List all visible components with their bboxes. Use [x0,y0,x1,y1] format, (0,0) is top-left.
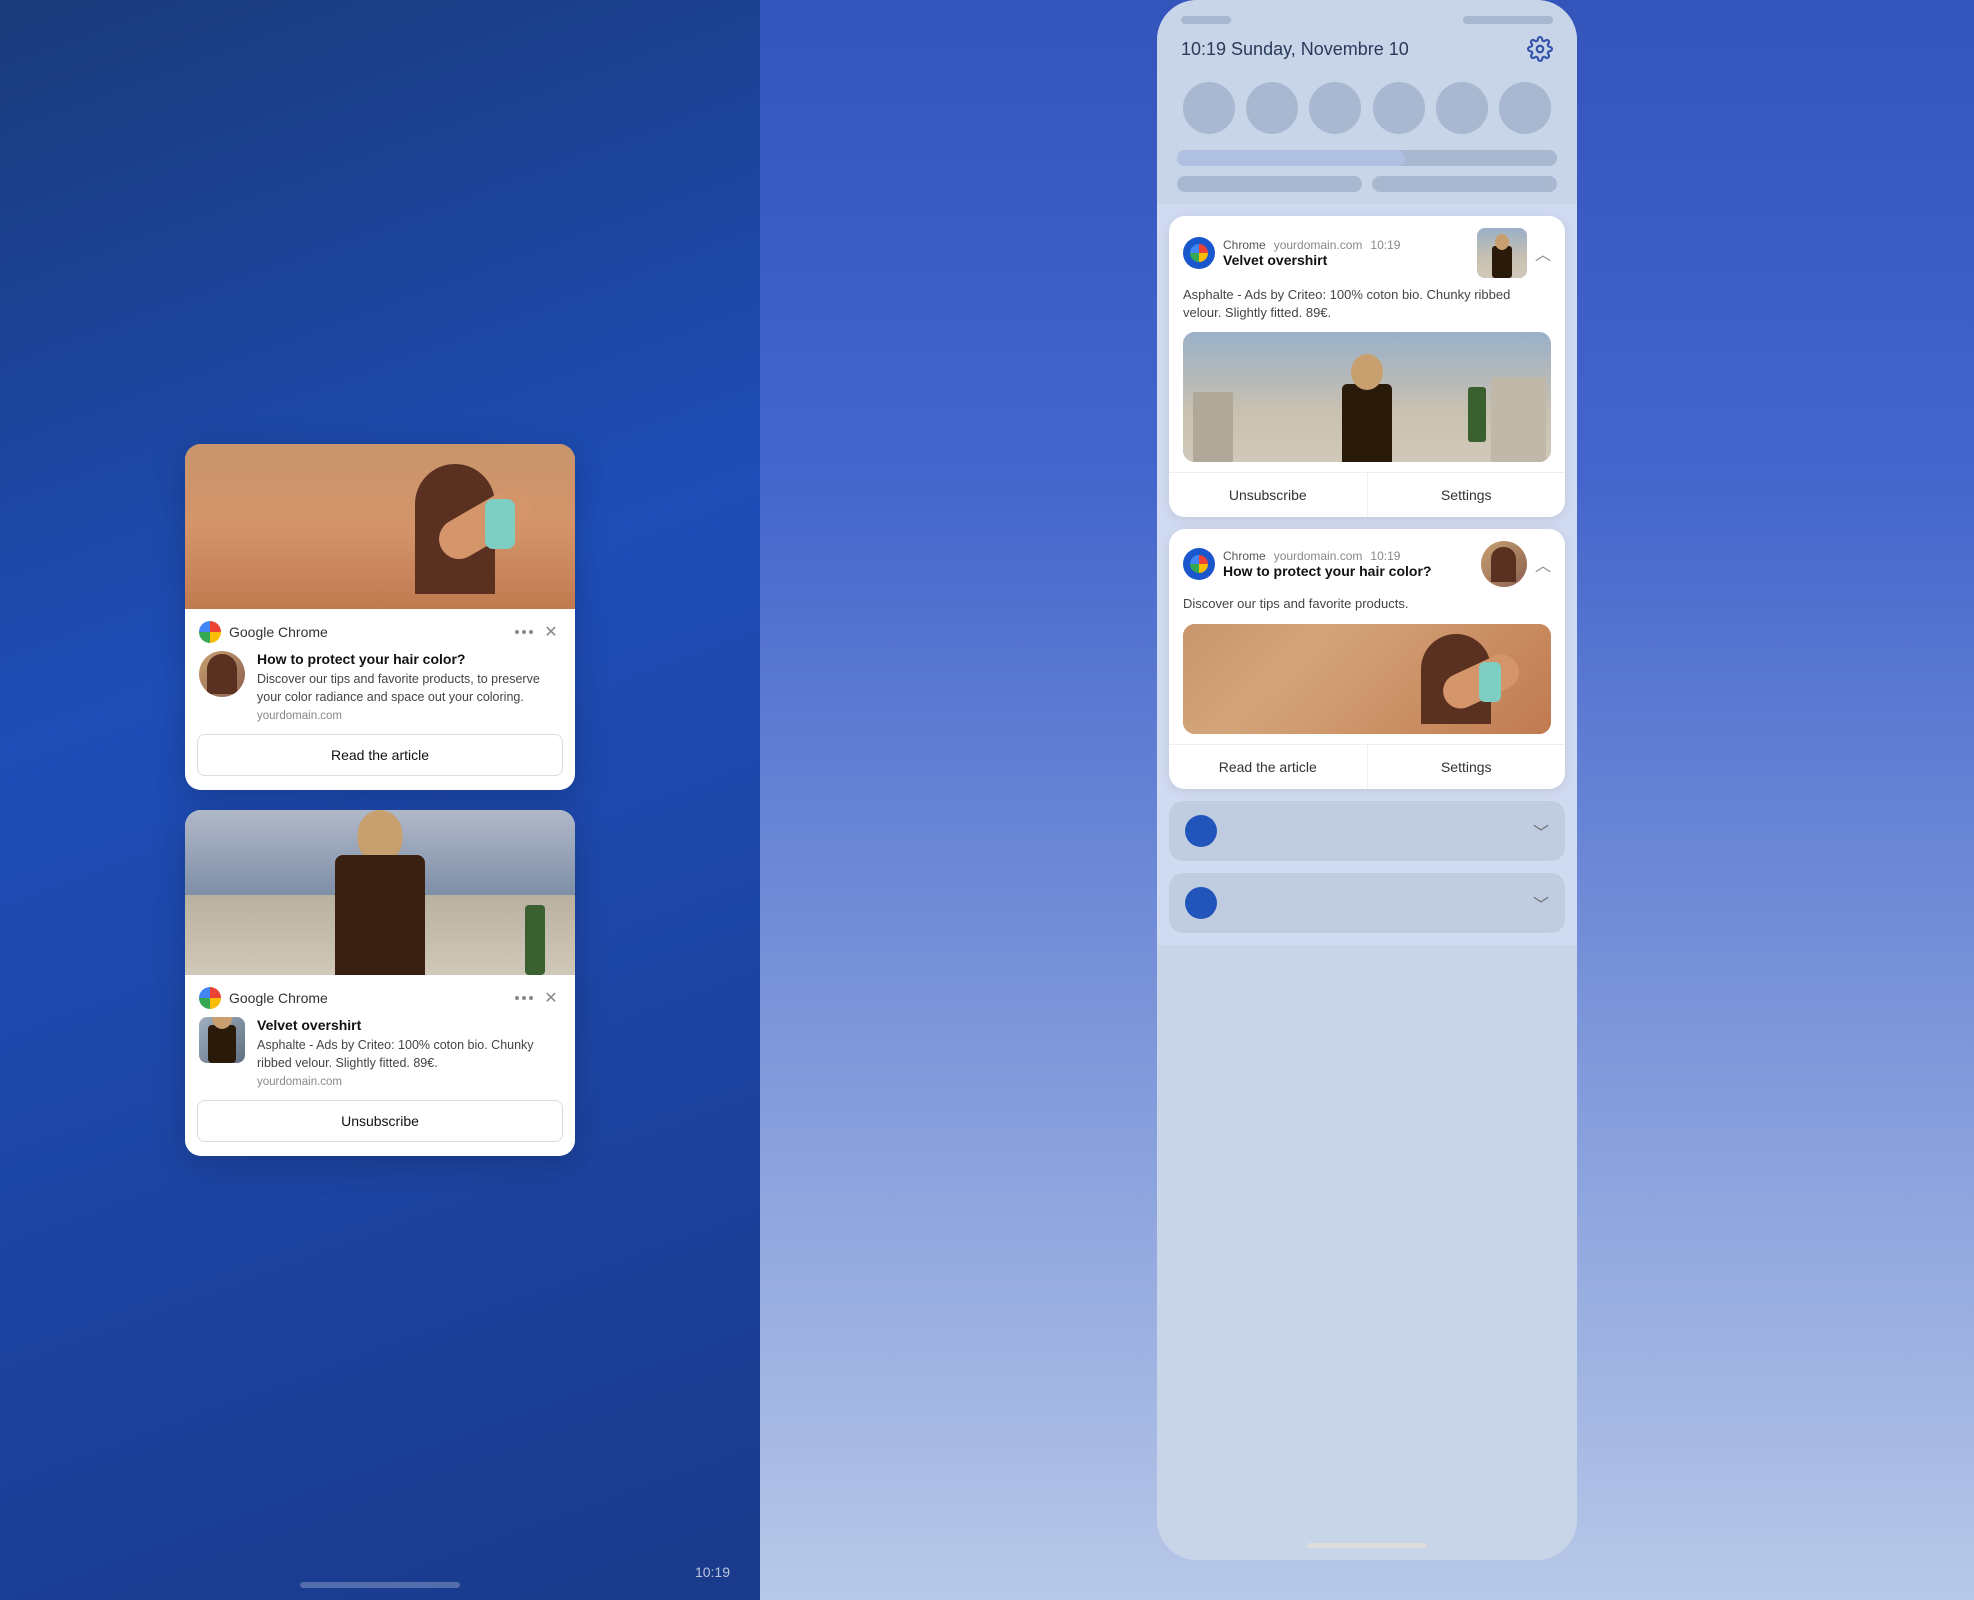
notif-text-man: Velvet overshirt Asphalte - Ads by Crite… [257,1017,561,1088]
collapsed-dot-1 [1185,815,1217,847]
phone-right: 10:19 Sunday, Novembre 10 [1157,0,1577,1560]
right-chrome-icon-2 [1183,548,1215,580]
notif-thumb-man [199,1017,245,1063]
right-notif-card-1: Chrome yourdomain.com 10:19 Velvet overs… [1169,216,1565,517]
right-notif-title-1: Velvet overshirt [1223,252,1469,268]
right-thumb-hair-2 [1481,541,1527,587]
right-notif-img-man [1183,332,1551,462]
app-icon-4[interactable] [1373,82,1425,134]
right-notif-actions-1: Unsubscribe Settings [1169,472,1565,517]
notif-title-man: Velvet overshirt [257,1017,561,1033]
app-icon-5[interactable] [1436,82,1488,134]
notif-desc-man: Asphalte - Ads by Criteo: 100% coton bio… [257,1037,561,1072]
notif-chrome-title-1: Google Chrome [229,624,507,640]
app-icon-6[interactable] [1499,82,1551,134]
right-notif-card-2: Chrome yourdomain.com 10:19 How to prote… [1169,529,1565,788]
right-notif-title-2: How to protect your hair color? [1223,563,1473,579]
right-notif-time-1: 10:19 [1370,238,1400,252]
notif-card-man-header: Google Chrome ✕ [185,975,575,1017]
read-article-button-1[interactable]: Read the article [197,734,563,776]
notif-body-hair: How to protect your hair color? Discover… [185,651,575,734]
right-thumb-man-1 [1477,228,1527,278]
chevron-down-icon-2: ﹀ [1533,891,1549,915]
notif-chrome-title-2: Google Chrome [229,990,507,1006]
right-notif-desc-1: Asphalte - Ads by Criteo: 100% coton bio… [1169,286,1565,332]
unsubscribe-button-right[interactable]: Unsubscribe [1169,473,1367,517]
notif-domain-hair: yourdomain.com [257,710,561,722]
notif-close-button-1[interactable]: ✕ [541,622,561,642]
notif-text-hair: How to protect your hair color? Discover… [257,651,561,722]
app-icon-1[interactable] [1183,82,1235,134]
right-panel: 10:19 Sunday, Novembre 10 [760,0,1974,1600]
collapsed-item-1[interactable]: ﹀ [1169,801,1565,861]
notif-more-dots-2[interactable] [515,996,533,1000]
chevron-up-icon-1[interactable]: ︿ [1535,241,1551,265]
hair-image [185,444,575,609]
notif-close-button-2[interactable]: ✕ [541,988,561,1008]
notif-card-hair: Google Chrome ✕ How to protect your hair… [185,444,575,790]
right-notif-domain-1: yourdomain.com [1274,238,1363,252]
chevron-up-icon-2[interactable]: ︿ [1535,552,1551,576]
chrome-logo-icon [199,621,221,643]
settings-button-1[interactable]: Settings [1368,473,1566,517]
progress-half-2 [1372,176,1557,192]
notif-body-man: Velvet overshirt Asphalte - Ads by Crite… [185,1017,575,1100]
app-icons-row [1157,74,1577,150]
notif-more-dots[interactable] [515,630,533,634]
notif-thumb-hair [199,651,245,697]
right-chrome-icon-1 [1183,237,1215,269]
progress-bar-main [1177,150,1557,166]
right-notif-img-hair [1183,624,1551,734]
app-icon-3[interactable] [1309,82,1361,134]
right-notif-source-1: Chrome [1223,238,1266,252]
settings-gear-icon[interactable] [1527,36,1553,62]
progress-section [1157,150,1577,204]
right-notif-source-2: Chrome [1223,549,1266,563]
left-home-indicator [300,1582,460,1588]
right-notif-card-1-header: Chrome yourdomain.com 10:19 Velvet overs… [1169,216,1565,286]
right-notif-actions-2: Read the article Settings [1169,744,1565,789]
collapsed-dot-2 [1185,887,1217,919]
right-notif-meta-1: Chrome yourdomain.com 10:19 Velvet overs… [1223,238,1469,268]
datetime-row: 10:19 Sunday, Novembre 10 [1157,32,1577,74]
right-notif-card-2-header: Chrome yourdomain.com 10:19 How to prote… [1169,529,1565,595]
progress-half-1 [1177,176,1362,192]
progress-bar-fill [1177,150,1405,166]
chevron-down-icon-1: ﹀ [1533,819,1549,843]
collapsed-item-2[interactable]: ﹀ [1169,873,1565,933]
chrome-logo-icon-2 [199,987,221,1009]
right-notifications-body: Chrome yourdomain.com 10:19 Velvet overs… [1157,204,1577,945]
notif-desc-hair: Discover our tips and favorite products,… [257,671,561,706]
read-article-button-right[interactable]: Read the article [1169,745,1367,789]
notif-card-man: Google Chrome ✕ Velvet overshirt Asphalt… [185,810,575,1156]
status-bar [1157,0,1577,32]
notif-card-hair-header: Google Chrome ✕ [185,609,575,651]
right-notif-time-2: 10:19 [1370,549,1400,563]
status-pill-left [1181,16,1231,24]
left-time: 10:19 [695,1564,730,1580]
right-notif-domain-2: yourdomain.com [1274,549,1363,563]
right-home-indicator [1307,1543,1427,1548]
right-notif-meta-2: Chrome yourdomain.com 10:19 How to prote… [1223,549,1473,579]
settings-button-2[interactable]: Settings [1368,745,1566,789]
man-city-image [185,810,575,975]
status-pill-right [1463,16,1553,24]
app-icon-2[interactable] [1246,82,1298,134]
unsubscribe-button-left[interactable]: Unsubscribe [197,1100,563,1142]
progress-row-two [1177,176,1557,192]
right-notif-desc-2: Discover our tips and favorite products. [1169,595,1565,623]
datetime-text: 10:19 Sunday, Novembre 10 [1181,39,1409,60]
notif-domain-man: yourdomain.com [257,1076,561,1088]
phone-screen-left: Google Chrome ✕ How to protect your hair… [185,444,575,1156]
notif-title-hair: How to protect your hair color? [257,651,561,667]
left-panel: Google Chrome ✕ How to protect your hair… [0,0,760,1600]
